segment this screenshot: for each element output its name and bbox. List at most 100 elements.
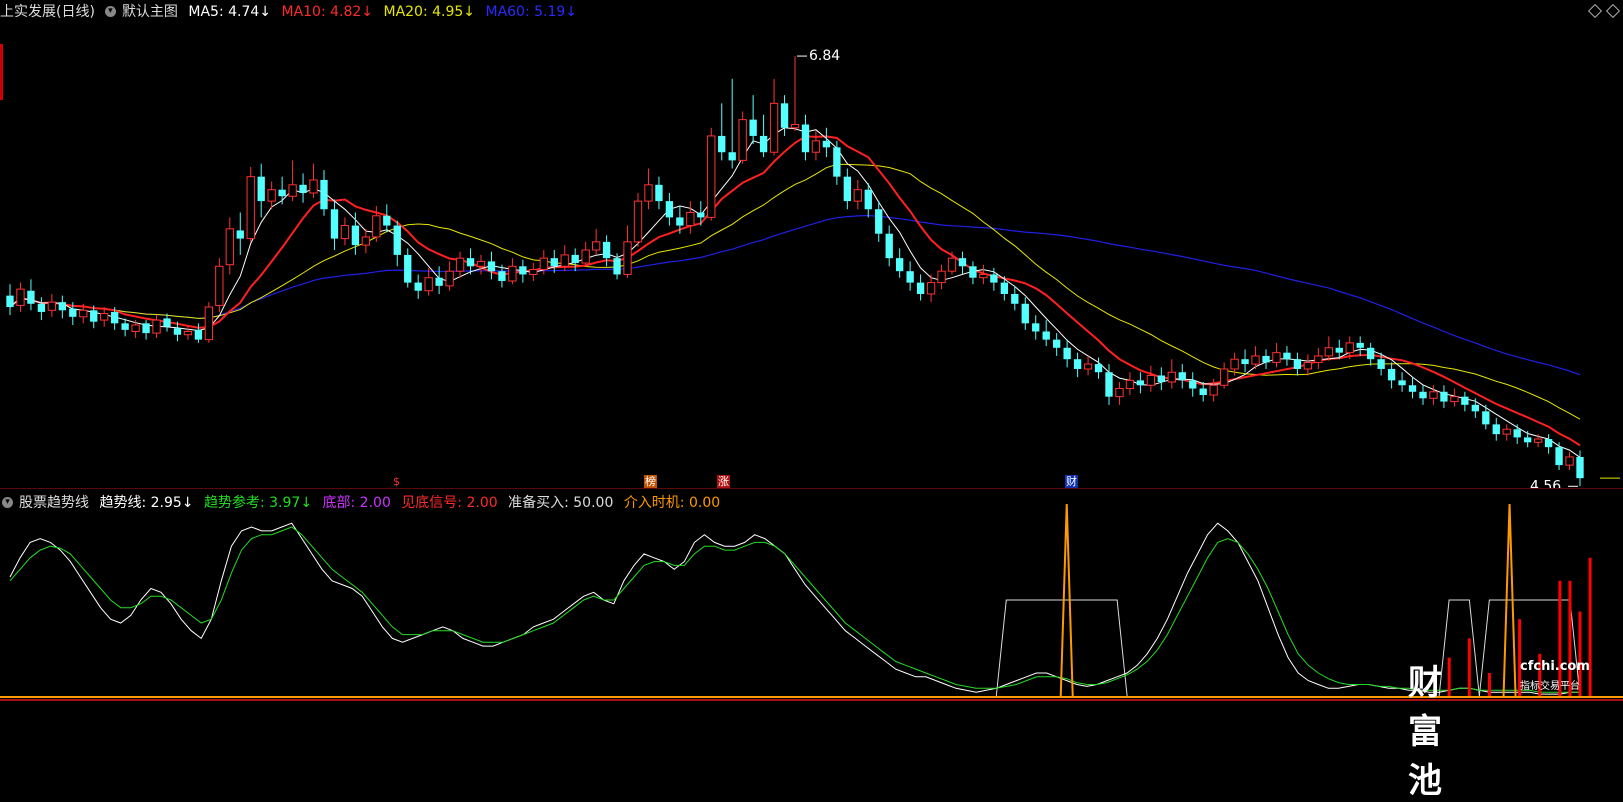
- candles: [6, 56, 1584, 487]
- candle-body: [1241, 359, 1249, 365]
- candle-body: [864, 189, 872, 210]
- candle-body: [623, 241, 632, 275]
- candle: [1482, 404, 1490, 430]
- candle-body: [194, 329, 203, 340]
- candle-body: [1011, 294, 1019, 304]
- candle-body: [697, 212, 705, 218]
- candle-body: [445, 270, 454, 287]
- candle: [1408, 377, 1417, 399]
- candle-body: [519, 266, 527, 275]
- candle-body: [476, 260, 486, 267]
- candlestick-chart[interactable]: 6.84 4.56: [0, 0, 1623, 488]
- candle: [623, 225, 632, 278]
- candle-body: [738, 119, 747, 161]
- candle-body: [728, 152, 736, 161]
- candle-body: [100, 313, 109, 321]
- candle-body: [1094, 364, 1103, 373]
- candle: [278, 176, 286, 205]
- candle-body: [916, 282, 925, 294]
- candle-body: [225, 228, 234, 266]
- candle: [1178, 364, 1186, 389]
- candle: [801, 114, 810, 161]
- candle-body: [1053, 339, 1061, 348]
- candle: [1157, 367, 1165, 391]
- candle-body: [790, 124, 800, 129]
- candle-body: [1419, 391, 1427, 399]
- low-price-label: 4.56: [1530, 478, 1561, 488]
- candle-body: [581, 249, 590, 264]
- candle: [361, 228, 371, 254]
- candle-body: [173, 328, 182, 335]
- candle: [476, 254, 486, 275]
- candle-body: [246, 176, 255, 240]
- candle-body: [529, 269, 538, 275]
- candle: [1367, 342, 1375, 366]
- candle-body: [288, 184, 297, 197]
- candle-body: [257, 176, 265, 202]
- candle: [1524, 430, 1532, 448]
- candle: [1063, 339, 1071, 368]
- marker-zhang[interactable]: 涨: [717, 475, 730, 488]
- candle-body: [769, 102, 779, 153]
- candle-body: [1000, 282, 1008, 294]
- candle-body: [1387, 368, 1396, 381]
- candle: [1293, 352, 1302, 376]
- candle: [246, 166, 255, 242]
- candle: [519, 259, 527, 283]
- candle-body: [718, 135, 726, 153]
- candle: [686, 201, 695, 234]
- candle-body: [885, 233, 893, 259]
- candle-body: [215, 265, 224, 306]
- candle-body: [498, 271, 506, 281]
- candle: [581, 241, 590, 267]
- candle-body: [424, 277, 433, 292]
- candle-body: [414, 282, 422, 291]
- candle: [1324, 336, 1333, 361]
- candle: [393, 220, 401, 267]
- candle: [152, 315, 161, 338]
- candle-body: [853, 189, 862, 202]
- candle-body: [833, 147, 841, 177]
- indicator-chart[interactable]: [0, 496, 1623, 724]
- candle-body: [1073, 359, 1082, 369]
- candle-body: [163, 318, 171, 327]
- candle: [1283, 346, 1291, 366]
- candle: [288, 160, 297, 202]
- candle: [1053, 333, 1061, 356]
- candle: [257, 163, 265, 218]
- candle-body: [665, 201, 674, 218]
- candle: [299, 173, 307, 203]
- candle-body: [1565, 456, 1574, 466]
- candle-body: [404, 254, 412, 283]
- candle: [1440, 385, 1448, 409]
- candle: [550, 250, 558, 273]
- candle-body: [1125, 379, 1135, 390]
- candle: [330, 199, 339, 250]
- candle: [1314, 347, 1323, 369]
- candle-body: [571, 254, 579, 264]
- candle-body: [686, 212, 695, 227]
- candle: [843, 168, 851, 210]
- candle-body: [121, 323, 129, 330]
- marker-cai[interactable]: 财: [1065, 475, 1078, 488]
- candle-body: [979, 273, 988, 279]
- candle-body: [1303, 361, 1313, 370]
- candle-body: [937, 270, 946, 284]
- candle-body: [644, 184, 653, 202]
- marker-s[interactable]: $: [392, 475, 401, 488]
- candle: [435, 266, 443, 294]
- candle-body: [1136, 380, 1145, 386]
- ma10-line: [9, 135, 1581, 447]
- candle-body: [1408, 385, 1417, 392]
- candle-body: [330, 209, 339, 239]
- candle: [1136, 372, 1145, 394]
- marker-bang[interactable]: 榜: [644, 475, 657, 488]
- candle: [958, 251, 967, 275]
- candle: [404, 248, 412, 288]
- candle-body: [204, 306, 214, 341]
- candle: [351, 212, 360, 255]
- candle-body: [111, 311, 119, 324]
- candle: [644, 168, 653, 210]
- candle: [790, 56, 800, 132]
- pane-divider[interactable]: [0, 488, 1623, 489]
